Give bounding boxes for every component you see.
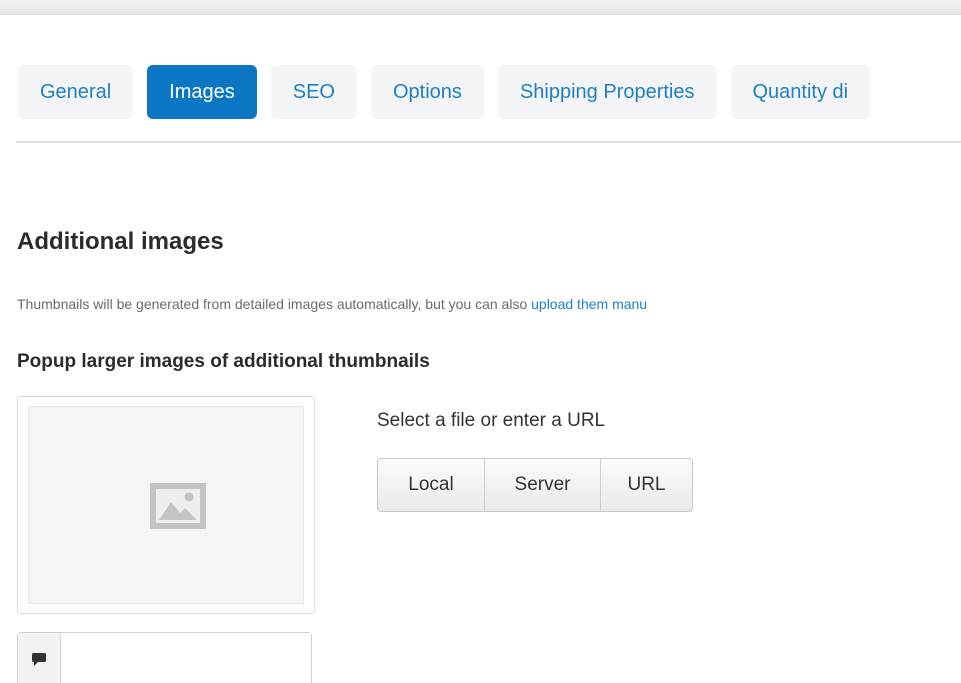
alt-text-addon (18, 633, 61, 683)
tab-images[interactable]: Images (147, 65, 257, 119)
help-text: Thumbnails will be generated from detail… (17, 296, 647, 312)
tab-quantity-discounts[interactable]: Quantity di (730, 65, 871, 119)
tabs-divider (16, 141, 961, 143)
tab-general[interactable]: General (18, 65, 134, 119)
section-title: Additional images (17, 228, 224, 255)
file-select-caption: Select a file or enter a URL (377, 410, 606, 431)
setting-label: Popup larger images of additional thumbn… (17, 351, 430, 372)
image-preview-area[interactable] (28, 406, 304, 604)
upload-source-buttons: Local Server URL (377, 458, 693, 512)
help-text-body: Thumbnails will be generated from detail… (17, 296, 532, 312)
top-bar-shadow (0, 0, 961, 15)
image-placeholder-icon (150, 483, 206, 529)
image-preview-box (17, 396, 315, 614)
alt-text-field (17, 632, 312, 683)
tab-options[interactable]: Options (371, 65, 484, 119)
upload-manually-link[interactable]: upload them manu (531, 296, 647, 312)
comment-icon (32, 653, 46, 666)
tab-seo[interactable]: SEO (270, 65, 357, 119)
server-button[interactable]: Server (485, 459, 601, 511)
tabs-bar: General Images SEO Options Shipping Prop… (18, 65, 884, 119)
url-button[interactable]: URL (601, 459, 692, 511)
local-button[interactable]: Local (378, 459, 485, 511)
alt-text-input[interactable] (61, 633, 311, 683)
tab-shipping-properties[interactable]: Shipping Properties (497, 65, 717, 119)
page: General Images SEO Options Shipping Prop… (0, 0, 961, 683)
